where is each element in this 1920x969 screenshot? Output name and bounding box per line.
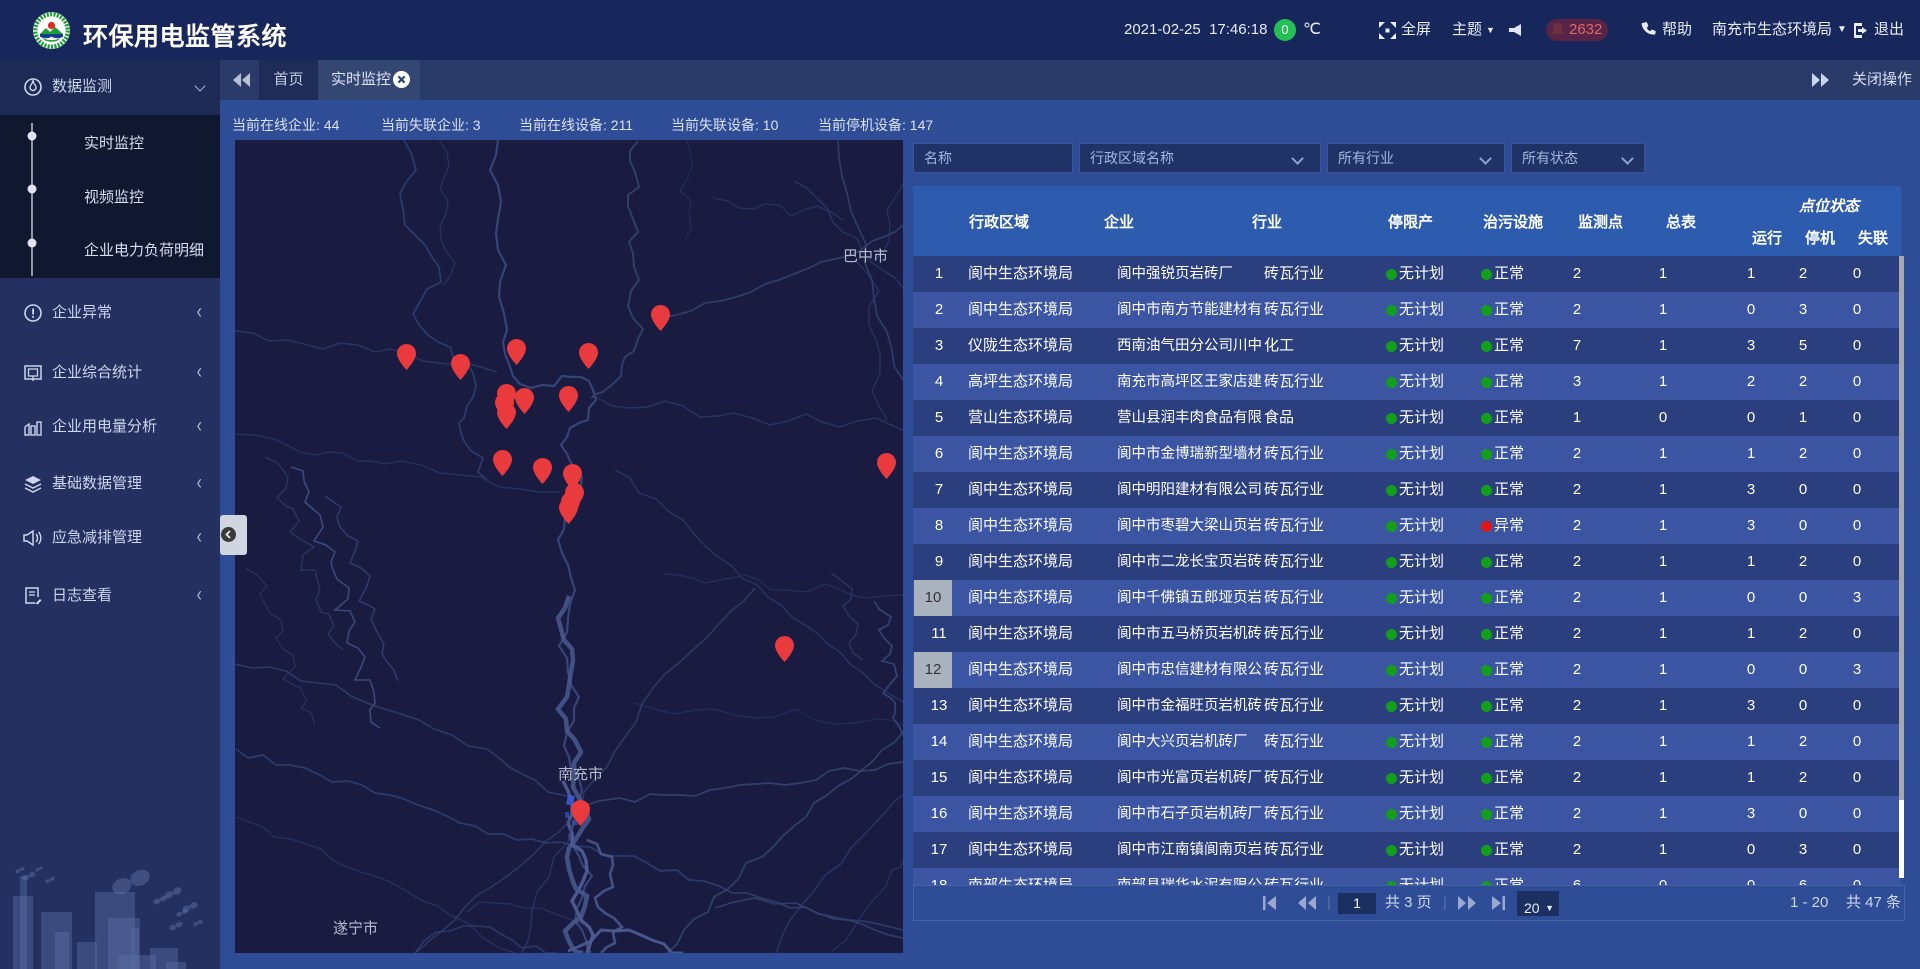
svg-text:遂宁市: 遂宁市 bbox=[333, 920, 378, 937]
